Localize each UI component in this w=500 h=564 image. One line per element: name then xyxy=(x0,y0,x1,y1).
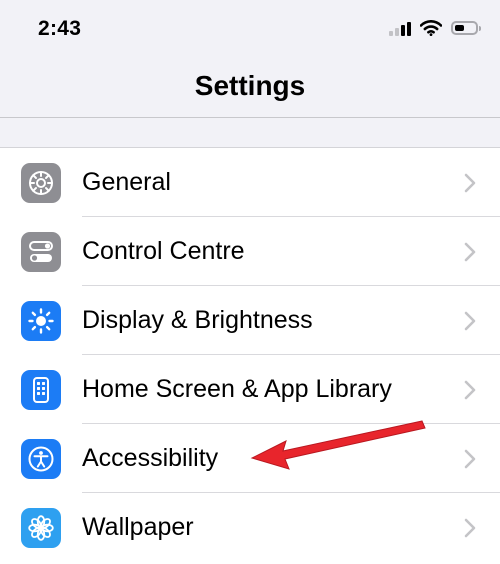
gear-icon xyxy=(21,162,61,203)
page-title: Settings xyxy=(194,70,306,101)
settings-row-home-screen[interactable]: Home Screen & App Library xyxy=(0,355,500,424)
flower-icon xyxy=(21,507,61,548)
settings-row-label: General xyxy=(82,168,171,196)
settings-list: General Control Centre Display & Brightn… xyxy=(0,147,500,564)
settings-row-control-centre[interactable]: Control Centre xyxy=(0,217,500,286)
status-time: 2:43 xyxy=(38,17,82,40)
chevron-right-icon xyxy=(464,449,476,468)
battery-icon xyxy=(451,21,481,35)
settings-row-general[interactable]: General xyxy=(0,148,500,217)
chevron-right-icon xyxy=(464,311,476,330)
settings-row-accessibility[interactable]: Accessibility xyxy=(0,424,500,493)
toggle-switches-icon xyxy=(21,231,61,272)
app-grid-phone-icon xyxy=(21,369,61,410)
wifi-icon xyxy=(420,20,442,36)
settings-row-display-brightness[interactable]: Display & Brightness xyxy=(0,286,500,355)
chevron-right-icon xyxy=(464,518,476,537)
chevron-right-icon xyxy=(464,380,476,399)
nav-divider xyxy=(0,117,500,118)
settings-row-wallpaper[interactable]: Wallpaper xyxy=(0,493,500,562)
cellular-signal-icon xyxy=(389,21,411,36)
status-bar: 2:43 xyxy=(0,0,500,60)
settings-row-label: Home Screen & App Library xyxy=(82,375,392,403)
chevron-right-icon xyxy=(464,173,476,192)
accessibility-person-icon xyxy=(21,438,61,479)
chevron-right-icon xyxy=(464,242,476,261)
settings-row-label: Display & Brightness xyxy=(82,306,313,334)
settings-row-label: Accessibility xyxy=(82,444,219,472)
settings-row-label: Wallpaper xyxy=(82,513,194,541)
status-icons xyxy=(389,20,481,36)
settings-row-label: Control Centre xyxy=(82,237,245,265)
sun-icon xyxy=(21,300,61,341)
